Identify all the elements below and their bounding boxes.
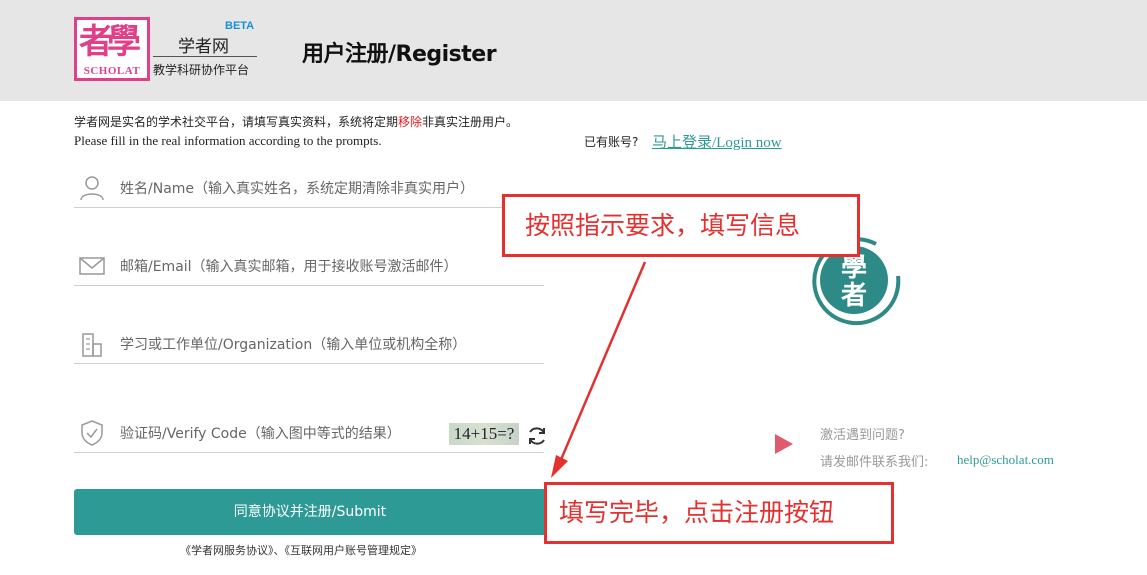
shield-check-icon: [81, 420, 103, 446]
user-icon: [80, 176, 104, 201]
verify-code-field[interactable]: 验证码/Verify Code（输入图中等式的结果） 14+15=?: [74, 413, 545, 453]
annotation-callout-submit: 填写完毕，点击注册按钮: [544, 482, 894, 544]
beta-badge: BETA: [225, 20, 255, 32]
refresh-icon[interactable]: [526, 425, 548, 447]
annotation-callout-fill: 按照指示要求，填写信息: [502, 194, 860, 257]
site-name: 学者网: [178, 37, 229, 57]
submit-button[interactable]: 同意协议并注册/Submit: [74, 489, 546, 535]
verify-code-input-placeholder: 验证码/Verify Code（输入图中等式的结果）: [120, 426, 401, 442]
organization-input-placeholder: 学习或工作单位/Organization（输入单位或机构全称）: [120, 337, 467, 353]
svg-text:學: 學: [841, 253, 867, 283]
intro-text-part: 非真实注册用户。: [422, 115, 519, 129]
email-field[interactable]: 邮箱/Email（输入真实邮箱，用于接收账号激活邮件）: [74, 246, 544, 286]
intro-highlight: 移除: [398, 115, 423, 129]
logo-text: SCHOLAT: [83, 65, 141, 77]
intro-text-part: 学者网是实名的学术社交平台，请填写真实资料，系统将定期: [74, 115, 399, 129]
mail-icon: [79, 257, 105, 275]
intro-text-en: Please fill in the real information acco…: [74, 133, 382, 148]
agreements-link[interactable]: 《学者网服务协议》、《互联网用户账号管理规定》: [180, 542, 422, 558]
login-link[interactable]: 马上登录/Login now: [652, 131, 782, 152]
intro-text-cn: 学者网是实名的学术社交平台，请填写真实资料，系统将定期移除非真实注册用户。: [74, 113, 518, 130]
scholat-logo[interactable]: 者學 SCHOLAT: [74, 17, 150, 81]
logo-glyph-icon: 者學: [79, 22, 141, 62]
captcha-image[interactable]: 14+15=?: [449, 423, 519, 445]
name-input-placeholder: 姓名/Name（输入真实姓名，系统定期清除非真实用户）: [120, 181, 475, 197]
page-title: 用户注册/Register: [302, 42, 497, 67]
header: 者學 SCHOLAT BETA 学者网 教学科研协作平台 用户注册/Regist…: [0, 0, 1147, 101]
email-input-placeholder: 邮箱/Email（输入真实邮箱，用于接收账号激活邮件）: [120, 259, 458, 275]
organization-field[interactable]: 学习或工作单位/Organization（输入单位或机构全称）: [74, 324, 544, 364]
svg-text:者: 者: [841, 281, 867, 311]
building-icon: [82, 333, 102, 357]
name-field[interactable]: 姓名/Name（输入真实姓名，系统定期清除非真实用户）: [74, 168, 544, 208]
help-text: 请发邮件联系我们:: [820, 455, 929, 470]
divider: [153, 56, 257, 57]
play-arrow-icon: [775, 434, 793, 454]
help-title: 激活遇到问题?: [820, 428, 905, 443]
help-email-link[interactable]: help@scholat.com: [957, 452, 1054, 468]
has-account-label: 已有账号?: [584, 135, 639, 149]
site-slogan: 教学科研协作平台: [153, 63, 250, 77]
